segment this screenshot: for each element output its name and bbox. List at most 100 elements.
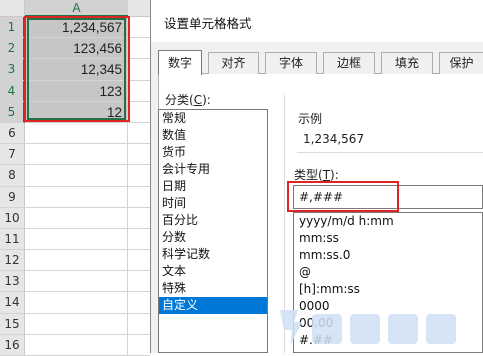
category-item[interactable]: 文本	[159, 263, 267, 280]
row-header[interactable]: 15	[0, 313, 25, 335]
cell-b[interactable]	[128, 17, 150, 39]
format-code-item[interactable]: #.##	[294, 332, 482, 349]
type-label: 类型(T):	[294, 168, 339, 182]
category-item[interactable]: 日期	[159, 178, 267, 195]
category-item[interactable]: 会计专用	[159, 161, 267, 178]
cell-b[interactable]	[128, 314, 150, 335]
sheet-row: 11	[0, 228, 150, 251]
cell-a[interactable]	[25, 144, 128, 166]
cell-b[interactable]	[128, 250, 150, 272]
cell-b[interactable]	[128, 38, 150, 60]
category-item[interactable]: 货币	[159, 144, 267, 161]
sheet-row: 8	[0, 165, 150, 187]
sheet-row: 10	[0, 207, 150, 229]
row-header[interactable]: 11	[0, 228, 25, 251]
sample-label: 示例	[298, 112, 323, 126]
category-item[interactable]: 自定义	[159, 297, 267, 314]
tab-alignment[interactable]: 对齐	[208, 52, 259, 74]
category-item[interactable]: 科学记数	[159, 246, 267, 263]
cell-b[interactable]	[128, 187, 150, 208]
select-all-corner[interactable]	[0, 0, 25, 17]
format-code-item[interactable]: yyyy/m/d h:mm	[294, 213, 482, 230]
category-item[interactable]: 常规	[159, 110, 267, 127]
category-item[interactable]: 时间	[159, 195, 267, 212]
tab-border[interactable]: 边框	[323, 52, 375, 74]
tab-protection[interactable]: 保护	[439, 52, 483, 74]
sheet-row: 12	[0, 250, 150, 272]
cell-b[interactable]	[128, 292, 150, 314]
sheet-row: 2 123,456	[0, 38, 150, 60]
type-input[interactable]: #,###	[293, 185, 483, 209]
tab-font[interactable]: 字体	[265, 52, 317, 74]
cell-b[interactable]	[128, 271, 150, 293]
sheet-row: 15	[0, 313, 150, 335]
tab-number[interactable]: 数字	[158, 50, 202, 75]
cell-a[interactable]: 12	[25, 101, 128, 123]
row-header[interactable]: 6	[0, 122, 25, 145]
format-code-item[interactable]: 0000	[294, 298, 482, 315]
dialog-title: 设置单元格格式	[164, 16, 252, 31]
dialog-titlebar: 设置单元格格式	[151, 0, 483, 42]
row-header[interactable]: 3	[0, 59, 25, 81]
row-header[interactable]: 5	[0, 101, 25, 123]
column-header-a[interactable]: A	[25, 0, 128, 17]
row-header[interactable]: 1	[0, 17, 25, 39]
spreadsheet: A 1 1,234,567 2 123,456 3 12,345 4 123 5 12 6 7 8 9 10…	[0, 0, 150, 356]
row-header[interactable]: 14	[0, 292, 25, 314]
cell-a[interactable]	[25, 207, 128, 229]
row-header[interactable]: 9	[0, 186, 25, 208]
cell-a[interactable]: 1,234,567	[25, 17, 128, 39]
cell-b[interactable]	[128, 144, 150, 166]
column-header-b[interactable]	[128, 0, 150, 17]
cell-a[interactable]	[25, 292, 128, 314]
cell-b[interactable]	[128, 208, 150, 229]
category-item[interactable]: 特殊	[159, 280, 267, 297]
panel-divider	[284, 95, 285, 353]
cell-a[interactable]	[25, 250, 128, 272]
tab-fill[interactable]: 填充	[381, 52, 433, 74]
sheet-row: 1 1,234,567	[0, 17, 150, 39]
sheet-rows: 1 1,234,567 2 123,456 3 12,345 4 123 5 12 6 7 8 9 10 11…	[0, 17, 150, 356]
cell-b[interactable]	[128, 59, 150, 81]
cell-a[interactable]	[25, 228, 128, 251]
cell-b[interactable]	[128, 123, 150, 145]
category-item[interactable]: 百分比	[159, 212, 267, 229]
tab-strip: 数字 对齐 字体 边框 填充 保护	[158, 50, 483, 75]
sample-value: 1,234,567	[303, 132, 365, 146]
sheet-row: 7	[0, 144, 150, 166]
category-item[interactable]: 分数	[159, 229, 267, 246]
cell-a[interactable]: 123,456	[25, 38, 128, 60]
format-code-item[interactable]: @	[294, 264, 482, 281]
cell-b[interactable]	[128, 229, 150, 251]
cell-a[interactable]	[25, 186, 128, 208]
category-label: 分类(C):	[165, 93, 211, 107]
cell-a[interactable]: 123	[25, 80, 128, 102]
cell-b[interactable]	[128, 81, 150, 102]
format-code-item[interactable]: [h]:mm:ss	[294, 281, 482, 298]
cell-a[interactable]	[25, 271, 128, 293]
sheet-row: 14	[0, 292, 150, 314]
cell-b[interactable]	[128, 102, 150, 123]
row-header[interactable]: 12	[0, 250, 25, 272]
cell-a[interactable]: 12,345	[25, 59, 128, 81]
sheet-row: 4 123	[0, 80, 150, 102]
format-code-item[interactable]: 00.00	[294, 315, 482, 332]
format-code-list[interactable]: yyyy/m/d h:mm mm:ss mm:ss.0 @ [h]:mm:ss 0000 0…	[293, 212, 483, 353]
row-header[interactable]: 8	[0, 165, 25, 187]
category-item[interactable]: 数值	[159, 127, 267, 144]
format-code-item[interactable]: mm:ss.0	[294, 247, 482, 264]
category-list[interactable]: 常规 数值 货币 会计专用 日期 时间 百分比 分数 科学记数 文本 特殊 自定义	[158, 109, 268, 353]
sample-separator	[297, 152, 483, 153]
row-header[interactable]: 2	[0, 38, 25, 60]
sheet-row: 6	[0, 122, 150, 145]
cell-a[interactable]	[25, 122, 128, 145]
cell-a[interactable]	[25, 313, 128, 335]
row-header[interactable]: 7	[0, 144, 25, 166]
row-header[interactable]: 13	[0, 271, 25, 293]
row-header[interactable]: 4	[0, 80, 25, 102]
sheet-row: 5 12	[0, 101, 150, 123]
format-code-item[interactable]: mm:ss	[294, 230, 482, 247]
row-header[interactable]: 10	[0, 207, 25, 229]
cell-b[interactable]	[128, 165, 150, 187]
cell-a[interactable]	[25, 165, 128, 187]
